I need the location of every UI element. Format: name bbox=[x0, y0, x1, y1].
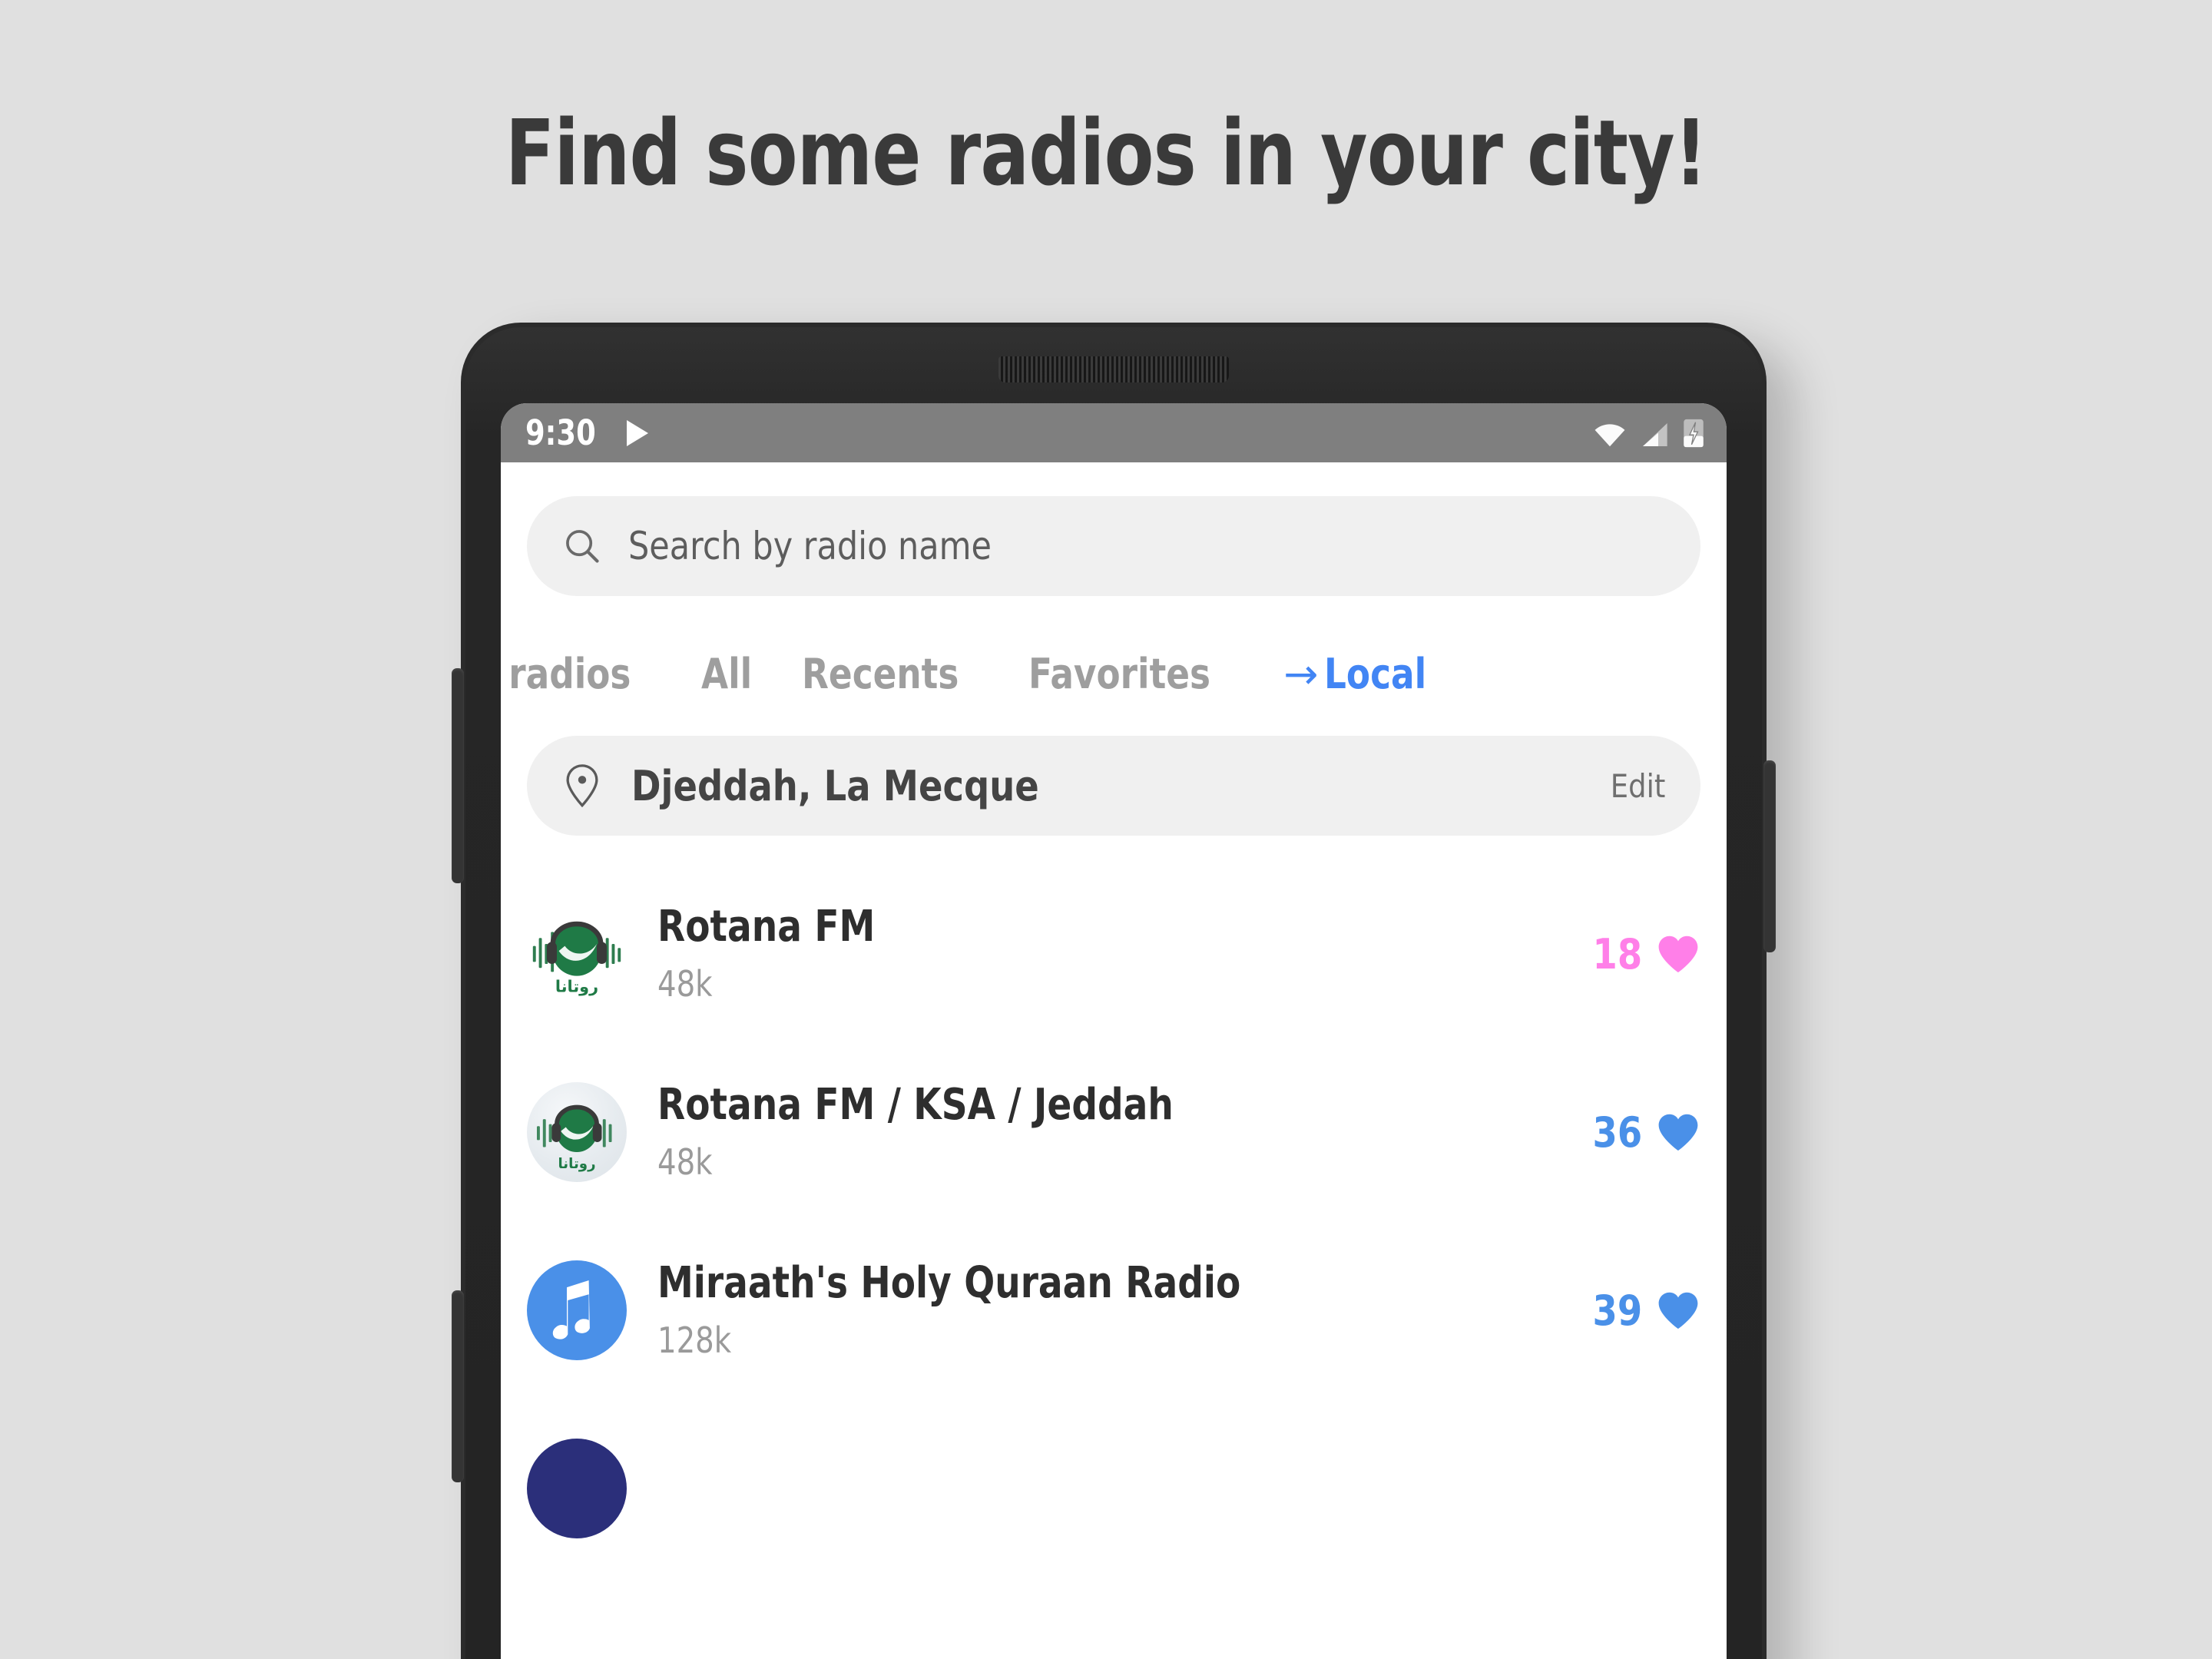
cell-signal-icon bbox=[1643, 422, 1667, 446]
favorite-control[interactable]: 18 bbox=[1584, 930, 1700, 979]
station-name: Miraath's Holy Quraan Radio bbox=[657, 1258, 1241, 1309]
volume-down-button[interactable] bbox=[452, 1290, 464, 1482]
status-bar: 9:30 bbox=[501, 403, 1727, 462]
station-bitrate: 48k bbox=[657, 1141, 713, 1183]
volume-up-button[interactable] bbox=[452, 668, 464, 883]
tab-local[interactable]: Local bbox=[1324, 650, 1426, 698]
tab-favorites[interactable]: Favorites bbox=[1028, 650, 1210, 698]
location-name: Djeddah, La Mecque bbox=[631, 761, 1039, 810]
arrow-right-icon: → bbox=[1283, 649, 1319, 698]
station-bitrate: 128k bbox=[657, 1319, 732, 1361]
table-row[interactable]: روتانا Rotana FM / KSA / Jeddah 48k 36 bbox=[501, 1043, 1727, 1221]
search-input[interactable]: Search by radio name bbox=[527, 496, 1700, 596]
status-time: 9:30 bbox=[525, 412, 596, 453]
page-title: Find some radios in your city! bbox=[505, 100, 1707, 206]
table-row[interactable] bbox=[501, 1399, 1727, 1578]
poster-canvas: Find some radios in your city! 9:30 Sear… bbox=[0, 0, 2212, 1659]
tab-top-radios[interactable]: p radios bbox=[501, 650, 631, 698]
earpiece-speaker bbox=[998, 356, 1229, 382]
power-button[interactable] bbox=[1763, 760, 1776, 952]
table-row[interactable]: روتانا Rotana FM 48k 18 bbox=[501, 865, 1727, 1043]
rotana-logo-icon: روتانا bbox=[532, 921, 621, 995]
play-icon bbox=[626, 419, 648, 446]
music-note-icon bbox=[552, 1280, 590, 1339]
like-count: 18 bbox=[1592, 929, 1642, 979]
tab-bar[interactable]: p radios All Recents Favorites → Local bbox=[501, 631, 1727, 716]
station-logo: روتانا bbox=[527, 1082, 627, 1182]
phone-mockup: 9:30 Search by radio name radios All Rec… bbox=[452, 323, 1776, 1659]
heart-icon[interactable] bbox=[1656, 933, 1700, 975]
location-bar[interactable]: Djeddah, La Mecque Edit bbox=[527, 736, 1700, 836]
like-count: 36 bbox=[1592, 1108, 1642, 1157]
station-meta: Rotana FM / KSA / Jeddah 48k bbox=[657, 1081, 1272, 1183]
search-placeholder: Search by radio name bbox=[628, 524, 992, 568]
station-logo bbox=[527, 1439, 627, 1538]
wifi-icon bbox=[1594, 423, 1625, 446]
favorite-control[interactable]: 36 bbox=[1584, 1108, 1700, 1157]
station-logo bbox=[527, 1260, 627, 1360]
tab-all[interactable]: All bbox=[701, 650, 752, 698]
heart-icon[interactable] bbox=[1656, 1290, 1700, 1331]
svg-text:روتانا: روتانا bbox=[555, 977, 598, 995]
rotana-circle-logo-icon: روتانا bbox=[537, 1104, 612, 1172]
status-icons bbox=[1593, 418, 1705, 449]
station-list: روتانا Rotana FM 48k 18 روتانا Rotana FM… bbox=[501, 865, 1727, 1578]
search-icon bbox=[566, 530, 599, 563]
station-meta: Miraath's Holy Quraan Radio 128k bbox=[657, 1260, 1352, 1361]
tab-recents[interactable]: Recents bbox=[802, 650, 959, 698]
heart-icon[interactable] bbox=[1656, 1111, 1700, 1153]
station-bitrate: 48k bbox=[657, 962, 713, 1005]
table-row[interactable]: Miraath's Holy Quraan Radio 128k 39 bbox=[501, 1221, 1727, 1399]
favorite-control[interactable]: 39 bbox=[1584, 1286, 1700, 1335]
battery-charging-icon bbox=[1684, 419, 1704, 447]
map-pin-icon bbox=[566, 764, 598, 808]
station-logo: روتانا bbox=[527, 904, 627, 1004]
phone-screen: 9:30 Search by radio name radios All Rec… bbox=[501, 403, 1727, 1659]
location-edit-button[interactable]: Edit bbox=[1610, 767, 1665, 805]
like-count: 39 bbox=[1592, 1286, 1642, 1335]
svg-text:روتانا: روتانا bbox=[558, 1156, 595, 1172]
station-name: Rotana FM / KSA / Jeddah bbox=[657, 1080, 1174, 1131]
station-name: Rotana FM bbox=[657, 902, 876, 952]
station-meta: Rotana FM 48k bbox=[657, 903, 916, 1005]
